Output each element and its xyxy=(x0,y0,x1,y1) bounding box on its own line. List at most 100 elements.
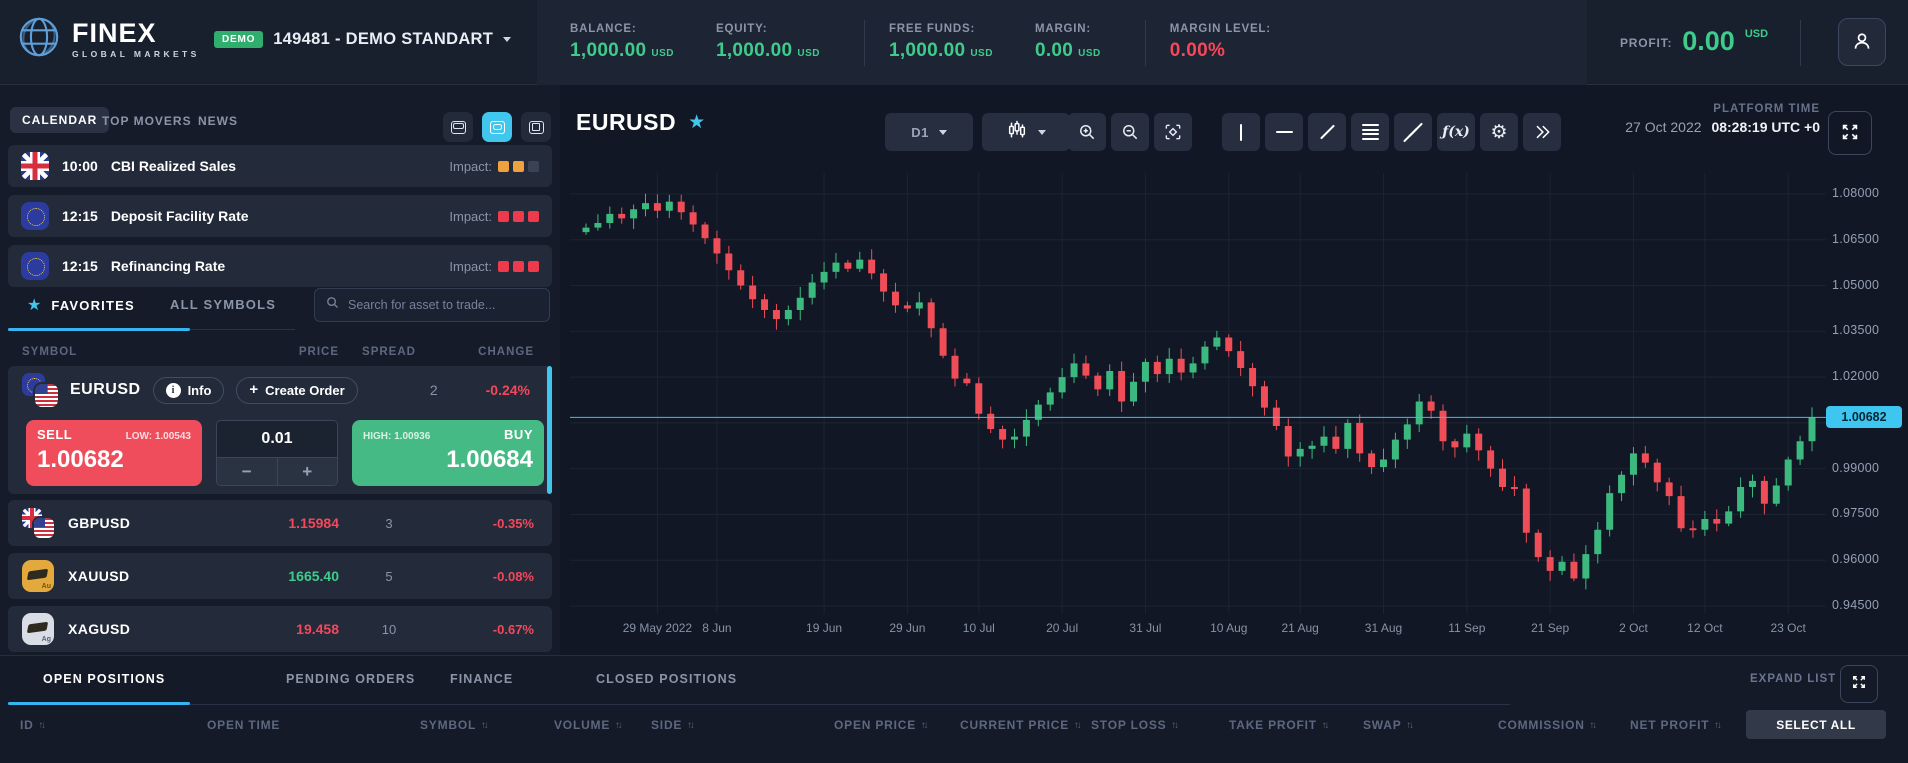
calendar-event-row[interactable]: 10:00 CBI Realized Sales Impact: xyxy=(8,145,552,187)
symbol-search[interactable] xyxy=(314,288,550,322)
parallel-channel-icon[interactable] xyxy=(1394,113,1432,151)
timeframe-dropdown[interactable]: D1 xyxy=(885,113,973,151)
search-icon xyxy=(325,295,340,315)
equity-metric: EQUITY: 1,000.00 USD xyxy=(715,23,820,61)
sort-arrows-icon: ↑↓ xyxy=(1321,719,1329,731)
y-axis-label: 1.02000 xyxy=(1832,369,1880,384)
tab-calendar[interactable]: CALENDAR xyxy=(10,107,110,133)
column-header-id[interactable]: ID ↑↓ xyxy=(20,718,46,732)
impact-square xyxy=(528,210,539,222)
x-axis-label: 21 Sep xyxy=(1531,621,1570,635)
tab-open-positions[interactable]: OPEN POSITIONS xyxy=(43,672,165,686)
candlestick-chart[interactable] xyxy=(570,173,1826,614)
volume-decrease-button[interactable]: − xyxy=(217,458,278,485)
symbol-price: 19.458 xyxy=(296,621,339,637)
y-axis-label: 1.06500 xyxy=(1832,231,1880,246)
chevron-down-icon xyxy=(503,37,512,42)
impact-square xyxy=(498,160,509,172)
margin-metric: MARGIN: 0.00 USD xyxy=(1034,23,1101,61)
user-icon xyxy=(1849,28,1875,57)
calendar-event-row[interactable]: 12:15 Deposit Facility Rate Impact: xyxy=(8,195,552,237)
expand-list-button[interactable] xyxy=(1840,665,1878,703)
column-header-current-price[interactable]: CURRENT PRICE ↑↓ xyxy=(960,718,1081,732)
star-icon[interactable]: ★ xyxy=(688,111,705,134)
sort-arrows-icon: ↑↓ xyxy=(1074,719,1081,731)
zoom-out-icon[interactable] xyxy=(1111,113,1149,151)
symbol-row-xagusd[interactable]: Ag XAGUSD 19.458 10 -0.67% xyxy=(8,606,552,652)
symbol-row-xauusd[interactable]: Au XAUUSD 1665.40 5 -0.08% xyxy=(8,553,552,599)
symbol-change: -0.08% xyxy=(492,568,534,584)
profit-display: PROFIT: 0.00 USD xyxy=(1620,26,1769,56)
sell-button[interactable]: SELL LOW: 1.00543 1.00682 xyxy=(26,420,202,486)
select-all-button[interactable]: SELECT ALL xyxy=(1746,710,1886,739)
create-order-button[interactable]: + Create Order xyxy=(236,376,358,404)
x-axis-label: 10 Jul xyxy=(962,621,995,635)
symbol-list-header: SYMBOL PRICE SPREAD CHANGE xyxy=(22,346,534,358)
volume-increase-button[interactable]: + xyxy=(277,458,337,485)
x-axis-label: 12 Oct xyxy=(1687,621,1723,635)
x-axis-label: 11 Sep xyxy=(1448,621,1486,635)
symbol-spread: 5 xyxy=(385,568,393,584)
column-header-open-time: OPEN TIME xyxy=(207,718,281,732)
zoom-reset-icon[interactable] xyxy=(1154,113,1192,151)
chart-type-dropdown[interactable] xyxy=(982,113,1070,151)
search-input[interactable] xyxy=(348,298,539,312)
gear-icon[interactable]: ⚙ xyxy=(1480,113,1518,151)
account-metrics: BALANCE: 1,000.00 USD EQUITY: 1,000.00 USD… xyxy=(537,0,1587,85)
column-header-net-profit[interactable]: NET PROFIT ↑↓ xyxy=(1630,718,1722,732)
brand-logo: FINEX GLOBAL MARKETS xyxy=(16,14,200,65)
column-header-swap[interactable]: SWAP ↑↓ xyxy=(1363,718,1414,732)
x-axis-label: 31 Aug xyxy=(1364,621,1403,635)
symbol-row-gbpusd[interactable]: GBPUSD 1.15984 3 -0.35% xyxy=(8,500,552,546)
candlestick-icon xyxy=(1006,119,1028,146)
low-value: LOW: 1.00543 xyxy=(125,431,191,442)
platform-date: 27 Oct 2022 xyxy=(1625,119,1702,135)
account-selector[interactable]: DEMO 149481 - DEMO STANDART xyxy=(214,30,512,49)
user-account-button[interactable] xyxy=(1838,18,1886,66)
archive-box-icon[interactable] xyxy=(443,112,473,142)
window-copy-icon[interactable] xyxy=(521,112,551,142)
tab-favorites[interactable]: ★ FAVORITES xyxy=(27,295,135,315)
chart-symbol-title: EURUSD ★ xyxy=(576,109,706,135)
account-type-badge: DEMO xyxy=(214,31,264,48)
function-icon[interactable]: ƒ(x) xyxy=(1437,113,1475,151)
calendar-event-row[interactable]: 12:15 Refinancing Rate Impact: xyxy=(8,245,552,287)
message-panel-icon[interactable] xyxy=(482,112,512,142)
double-chevron-right-icon[interactable] xyxy=(1523,113,1561,151)
column-header-stop-loss[interactable]: STOP LOSS ↑↓ xyxy=(1091,718,1179,732)
column-header-take-profit[interactable]: TAKE PROFIT ↑↓ xyxy=(1229,718,1329,732)
price-chart-plot[interactable] xyxy=(570,173,1826,614)
chart-type-group xyxy=(982,113,1070,151)
fullscreen-button[interactable] xyxy=(1828,111,1872,155)
tab-finance[interactable]: FINANCE xyxy=(450,672,513,686)
column-header-open-price[interactable]: OPEN PRICE ↑↓ xyxy=(834,718,928,732)
high-value: HIGH: 1.00936 xyxy=(363,431,431,442)
buy-button[interactable]: HIGH: 1.00936 BUY 1.00684 xyxy=(352,420,544,486)
drawing-tools-group: ƒ(x) ⚙ xyxy=(1222,113,1561,151)
fib-levels-icon[interactable] xyxy=(1351,113,1389,151)
tab-top-movers[interactable]: TOP MOVERS xyxy=(102,114,192,128)
tab-news[interactable]: NEWS xyxy=(198,114,238,128)
zoom-in-icon[interactable] xyxy=(1068,113,1106,151)
volume-value[interactable]: 0.01 xyxy=(217,421,337,457)
margin-level-metric: MARGIN LEVEL: 0.00% xyxy=(1169,23,1271,61)
column-header-side[interactable]: SIDE ↑↓ xyxy=(651,718,695,732)
column-header-volume[interactable]: VOLUME ↑↓ xyxy=(554,718,622,732)
tab-closed-positions[interactable]: CLOSED POSITIONS xyxy=(596,672,737,686)
info-button[interactable]: i Info xyxy=(152,376,225,404)
vertical-line-icon[interactable] xyxy=(1222,113,1260,151)
symbol-name: EURUSD xyxy=(70,381,141,398)
expand-icon xyxy=(1850,673,1868,696)
sort-arrows-icon: ↑↓ xyxy=(481,719,488,731)
trend-line-icon[interactable] xyxy=(1308,113,1346,151)
column-header-commission[interactable]: COMMISSION ↑↓ xyxy=(1498,718,1597,732)
tab-pending-orders[interactable]: PENDING ORDERS xyxy=(286,672,415,686)
divider xyxy=(1800,20,1801,66)
impact-square xyxy=(513,260,524,272)
column-header-symbol[interactable]: SYMBOL ↑↓ xyxy=(420,718,488,732)
tab-all-symbols[interactable]: ALL SYMBOLS xyxy=(170,297,276,312)
spread-value: 2 xyxy=(429,382,438,398)
impact-square xyxy=(498,260,509,272)
info-icon: i xyxy=(165,382,181,398)
horizontal-line-icon[interactable] xyxy=(1265,113,1303,151)
